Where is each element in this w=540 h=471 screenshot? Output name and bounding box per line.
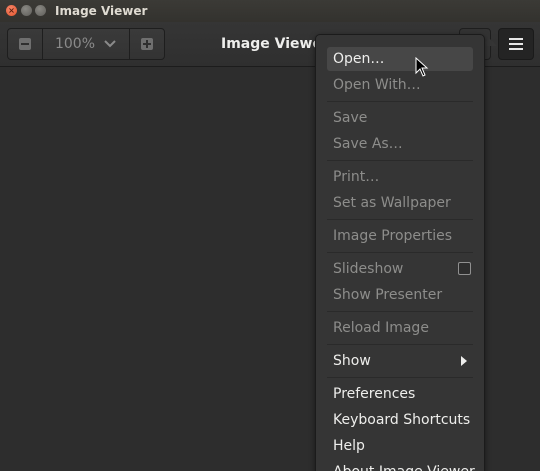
menu-separator	[327, 311, 473, 312]
main-menu-button[interactable]	[498, 28, 534, 60]
show-label: Show	[333, 353, 371, 369]
mouse-pointer-icon	[415, 57, 429, 77]
zoom-level-value: 100%	[54, 36, 96, 52]
menu-separator	[327, 160, 473, 161]
slideshow-label: Slideshow	[333, 261, 404, 277]
menu-item-slideshow[interactable]: Slideshow	[327, 257, 473, 281]
hamburger-menu-icon	[509, 38, 523, 50]
menu-item-reload-image[interactable]: Reload Image	[327, 316, 473, 340]
menu-item-preferences[interactable]: Preferences	[327, 382, 473, 406]
zoom-out-icon	[19, 38, 31, 50]
slideshow-checkbox[interactable]	[458, 262, 471, 275]
zoom-out-button[interactable]	[8, 29, 43, 59]
menu-separator	[327, 252, 473, 253]
menu-item-help[interactable]: Help	[327, 434, 473, 458]
image-viewer-window: × Image Viewer 100% Image Viewe Open… Op…	[0, 0, 540, 471]
menu-item-about[interactable]: About Image Viewer	[327, 460, 475, 471]
menu-item-show[interactable]: Show	[327, 349, 473, 373]
zoom-controls: 100%	[7, 28, 165, 60]
menu-item-image-properties[interactable]: Image Properties	[327, 224, 473, 248]
menu-separator	[327, 344, 473, 345]
zoom-level-dropdown[interactable]: 100%	[43, 29, 129, 59]
menu-item-keyboard-shortcuts[interactable]: Keyboard Shortcuts	[327, 408, 473, 432]
window-title: Image Viewer	[55, 4, 148, 18]
chevron-right-icon	[461, 356, 467, 366]
close-icon[interactable]: ×	[6, 5, 17, 16]
zoom-in-icon	[141, 38, 153, 50]
menu-item-open-with[interactable]: Open With…	[327, 73, 473, 97]
menu-item-print[interactable]: Print…	[327, 165, 473, 189]
maximize-icon[interactable]	[35, 5, 46, 16]
menu-separator	[327, 219, 473, 220]
menu-item-save-as[interactable]: Save As…	[327, 132, 473, 156]
minimize-icon[interactable]	[21, 5, 32, 16]
menu-item-save[interactable]: Save	[327, 106, 473, 130]
main-menu-popover: Open… Open With… Save Save As… Print… Se…	[315, 34, 485, 471]
header-title: Image Viewe	[221, 36, 322, 52]
title-bar[interactable]: × Image Viewer	[0, 0, 540, 22]
menu-separator	[327, 377, 473, 378]
chevron-down-icon	[104, 40, 116, 48]
menu-item-set-as-wallpaper[interactable]: Set as Wallpaper	[327, 191, 473, 215]
menu-item-open[interactable]: Open…	[327, 47, 473, 71]
zoom-in-button[interactable]	[129, 29, 164, 59]
menu-item-show-presenter[interactable]: Show Presenter	[327, 283, 473, 307]
menu-separator	[327, 101, 473, 102]
